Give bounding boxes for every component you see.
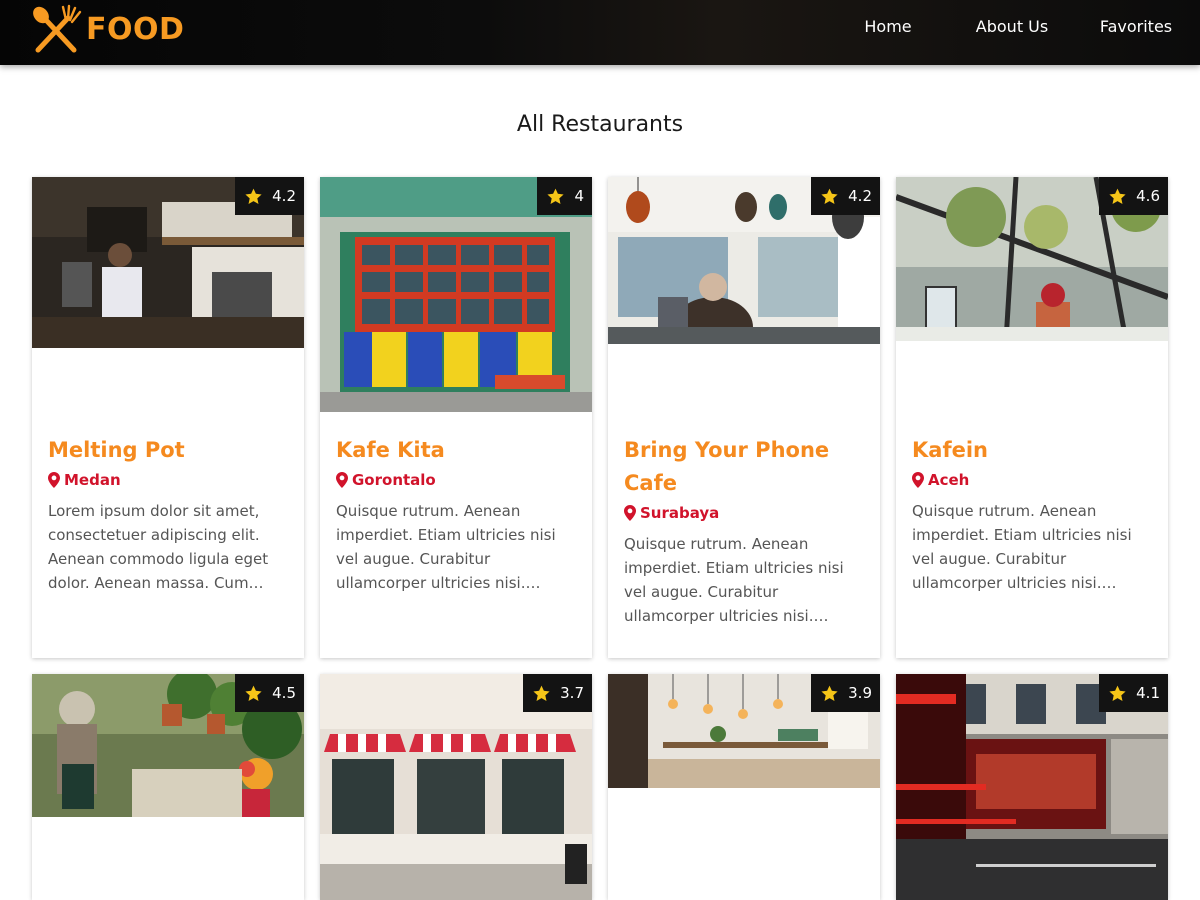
star-icon <box>533 685 550 701</box>
rating-badge: 4.1 <box>1099 674 1168 712</box>
rating-value: 3.9 <box>848 684 872 702</box>
rating-value: 3.7 <box>560 684 584 702</box>
rating-value: 4 <box>574 187 584 205</box>
rating-badge: 4.2 <box>811 177 880 215</box>
city-label: Gorontalo <box>352 471 436 489</box>
map-pin-icon <box>48 472 60 488</box>
restaurant-card[interactable]: 3.7 <box>320 674 592 900</box>
restaurant-card[interactable]: 4.5 <box>32 674 304 900</box>
star-icon <box>245 188 262 204</box>
restaurant-city: Surabaya <box>624 504 868 522</box>
rating-value: 4.5 <box>272 684 296 702</box>
rating-badge: 4 <box>537 177 592 215</box>
restaurant-city: Medan <box>48 471 292 489</box>
site-header: FOOD Home About Us Favorites <box>0 0 1200 65</box>
city-label: Aceh <box>928 471 970 489</box>
restaurant-name[interactable]: Kafein <box>912 434 1156 467</box>
brand-logo[interactable]: FOOD <box>30 4 184 56</box>
restaurant-name[interactable]: Melting Pot <box>48 434 292 467</box>
main-nav: Home About Us Favorites <box>839 0 1200 52</box>
restaurant-card[interactable]: 4.2 Bring Your Phone Cafe Surabaya Quisq… <box>608 177 880 658</box>
map-pin-icon <box>912 472 924 488</box>
rating-value: 4.1 <box>1136 684 1160 702</box>
star-icon <box>821 188 838 204</box>
rating-badge: 4.2 <box>235 177 304 215</box>
star-icon <box>1109 188 1126 204</box>
star-icon <box>547 188 565 204</box>
rating-value: 4.6 <box>1136 187 1160 205</box>
rating-badge: 4.5 <box>235 674 304 712</box>
restaurant-city: Aceh <box>912 471 1156 489</box>
restaurant-info: Kafe Kita Gorontalo Quisque rutrum. Aene… <box>336 434 580 595</box>
restaurant-name[interactable]: Kafe Kita <box>336 434 580 467</box>
restaurant-card[interactable]: 4.6 Kafein Aceh Quisque rutrum. Aenean i… <box>896 177 1168 658</box>
map-pin-icon <box>336 472 348 488</box>
restaurant-description: Quisque rutrum. Aenean imperdiet. Etiam … <box>336 502 556 592</box>
map-pin-icon <box>624 505 636 521</box>
restaurant-description: Quisque rutrum. Aenean imperdiet. Etiam … <box>912 502 1132 592</box>
nav-favorites[interactable]: Favorites <box>1087 17 1185 36</box>
restaurant-description: Quisque rutrum. Aenean imperdiet. Etiam … <box>624 535 844 625</box>
star-icon <box>1109 685 1126 701</box>
restaurant-info: Kafein Aceh Quisque rutrum. Aenean imper… <box>912 434 1156 595</box>
rating-badge: 4.6 <box>1099 177 1168 215</box>
star-icon <box>821 685 838 701</box>
restaurant-info: Bring Your Phone Cafe Surabaya Quisque r… <box>624 434 868 628</box>
city-label: Surabaya <box>640 504 720 522</box>
restaurant-name[interactable]: Bring Your Phone Cafe <box>624 434 868 500</box>
rating-badge: 3.7 <box>523 674 592 712</box>
brand-name: FOOD <box>86 12 185 47</box>
restaurant-description: Lorem ipsum dolor sit amet, consectetuer… <box>48 502 269 592</box>
city-label: Medan <box>64 471 121 489</box>
nav-about-us[interactable]: About Us <box>937 17 1087 36</box>
rating-badge: 3.9 <box>811 674 880 712</box>
rating-value: 4.2 <box>272 187 296 205</box>
rating-value: 4.2 <box>848 187 872 205</box>
restaurant-card[interactable]: 4.1 <box>896 674 1168 900</box>
fork-spoon-icon <box>33 4 82 53</box>
nav-home[interactable]: Home <box>839 17 937 36</box>
restaurant-card[interactable]: 3.9 <box>608 674 880 900</box>
restaurant-card[interactable]: 4.2 Melting Pot Medan Lorem ipsum dolor … <box>32 177 304 658</box>
restaurant-info: Melting Pot Medan Lorem ipsum dolor sit … <box>48 434 292 595</box>
restaurant-city: Gorontalo <box>336 471 580 489</box>
restaurant-card[interactable]: 4 Kafe Kita Gorontalo Quisque rutrum. Ae… <box>320 177 592 658</box>
star-icon <box>245 685 262 701</box>
page-title: All Restaurants <box>516 112 684 137</box>
